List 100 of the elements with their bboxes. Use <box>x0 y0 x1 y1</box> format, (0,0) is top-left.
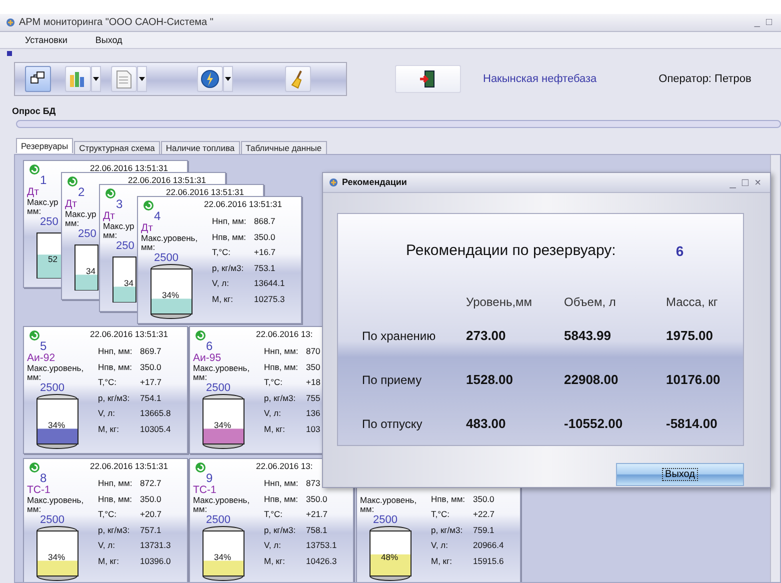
param-label: Ннп, мм: <box>212 216 246 226</box>
value-cell: 483.00 <box>466 416 506 430</box>
param-label: M, кг: <box>431 556 452 566</box>
tank-number: 8 <box>40 472 47 484</box>
param-value: 868.7 <box>254 216 276 226</box>
param-label: p, кг/м3: <box>431 524 463 534</box>
tank-number: 4 <box>154 210 161 222</box>
param-value: +17.7 <box>140 377 162 387</box>
max-level-label: Макс.уровень, <box>360 496 417 505</box>
close-button[interactable]: × <box>752 176 764 188</box>
tank-number: 3 <box>116 198 123 210</box>
param-value: 872.7 <box>140 478 162 488</box>
param-value: +22.7 <box>473 509 495 519</box>
param-label: Нпв, мм: <box>98 362 132 372</box>
app-icon <box>329 178 338 187</box>
param-value: 10426.3 <box>306 556 337 566</box>
max-level-value: 250 <box>78 228 96 240</box>
column-header: Уровень,мм <box>466 294 534 310</box>
tab[interactable]: Табличные данные <box>240 141 327 154</box>
percent-label: 48% <box>381 552 398 562</box>
percent-label: 34% <box>48 552 66 562</box>
timestamp: 22.06.2016 13:51:31 <box>204 199 282 209</box>
max-level-label: Макс.ур <box>103 222 134 231</box>
value-cell: 5843.99 <box>564 328 611 342</box>
percent-label: 34% <box>162 290 180 300</box>
unit-label: мм: <box>27 505 42 514</box>
site-name: Накынская нефтебаза <box>483 72 597 87</box>
maximize-button[interactable]: □ <box>738 176 752 188</box>
exit-button[interactable] <box>395 65 461 93</box>
fuel-type: Дт <box>103 210 115 222</box>
maximize-button[interactable]: □ <box>762 16 775 28</box>
dropdown-button[interactable] <box>223 66 233 92</box>
fuel-type: Аи-95 <box>193 352 222 364</box>
unit-label: мм: <box>193 373 208 382</box>
fuel-type: Дт <box>141 222 153 234</box>
max-level-value: 2500 <box>40 382 64 394</box>
param-value: 759.1 <box>473 524 494 534</box>
caret-icon <box>139 77 145 81</box>
param-value: 13665.8 <box>140 408 171 418</box>
param-label: Ннп, мм: <box>264 478 298 488</box>
param-label: Нпв, мм: <box>431 494 466 504</box>
tab[interactable]: Структурная схема <box>74 141 160 154</box>
tank-number: 9 <box>206 472 213 484</box>
unit-label: мм: <box>103 231 118 240</box>
param-label: V, л: <box>264 540 281 550</box>
fuel-type: Дт <box>27 186 39 198</box>
max-level-label: Макс.уровень, <box>193 364 250 373</box>
param-label: Нпв, мм: <box>264 494 298 504</box>
param-label: p, кг/м3: <box>212 262 244 272</box>
param-value: 10305.4 <box>140 424 171 434</box>
param-label: V, л: <box>431 540 448 550</box>
unit-label: мм: <box>27 373 42 382</box>
menu-item[interactable]: Выход <box>92 32 126 48</box>
value-cell: 10176.00 <box>666 372 720 386</box>
view-button[interactable] <box>25 66 51 92</box>
tank-number: 6 <box>676 242 684 261</box>
window-title: АРМ мониторинга "ООО САОН-Система " <box>19 16 214 30</box>
param-label: T,°C: <box>98 509 117 519</box>
max-level-value: 250 <box>116 240 134 252</box>
unit-label: мм: <box>141 243 156 252</box>
minimize-button[interactable]: _ <box>751 16 763 28</box>
tank-number: 2 <box>78 186 85 198</box>
param-value: 755 <box>306 392 320 402</box>
scrollbar[interactable] <box>770 155 780 582</box>
param-label: T,°C: <box>264 509 283 519</box>
param-label: M, кг: <box>264 556 285 566</box>
tab[interactable]: Резервуары <box>16 138 74 153</box>
param-label: T,°C: <box>264 377 283 387</box>
exit-button[interactable]: Выход <box>616 463 744 486</box>
lightning-icon <box>200 69 220 89</box>
tab[interactable]: Наличие топлива <box>160 141 240 154</box>
param-value: 350.0 <box>140 362 162 372</box>
row-label: По приему <box>361 372 422 386</box>
percent-label: 34 <box>124 278 134 288</box>
max-level-label: Макс.уровень, <box>27 496 84 505</box>
row-label: По отпуску <box>361 416 422 430</box>
param-value: 136 <box>306 408 320 418</box>
value-cell: -10552.00 <box>564 416 623 430</box>
fuel-type: ТС-1 <box>193 484 216 496</box>
fuel-type: Дт <box>65 198 77 210</box>
param-value: 15915.6 <box>473 556 504 566</box>
param-value: +16.7 <box>254 247 276 257</box>
lightning-button[interactable] <box>197 66 223 92</box>
param-value: +20.7 <box>140 509 162 519</box>
max-level-value: 2500 <box>206 514 230 526</box>
max-level-value: 2500 <box>206 382 230 394</box>
timestamp: 22.06.2016 13:51:31 <box>90 461 168 471</box>
value-cell: 1528.00 <box>466 372 513 386</box>
chart-button[interactable] <box>65 66 91 92</box>
param-label: V, л: <box>98 540 115 550</box>
param-value: 10275.3 <box>254 294 285 304</box>
clear-button[interactable] <box>285 66 311 92</box>
dropdown-button[interactable] <box>137 66 147 92</box>
column-header: Объем, л <box>564 294 617 310</box>
menu-item[interactable]: Установки <box>22 32 70 48</box>
param-label: M, кг: <box>98 556 119 566</box>
param-value: 13753.1 <box>306 540 337 550</box>
tank-number: 6 <box>206 340 213 352</box>
dropdown-button[interactable] <box>91 66 101 92</box>
minimize-button[interactable]: _ <box>726 176 739 188</box>
